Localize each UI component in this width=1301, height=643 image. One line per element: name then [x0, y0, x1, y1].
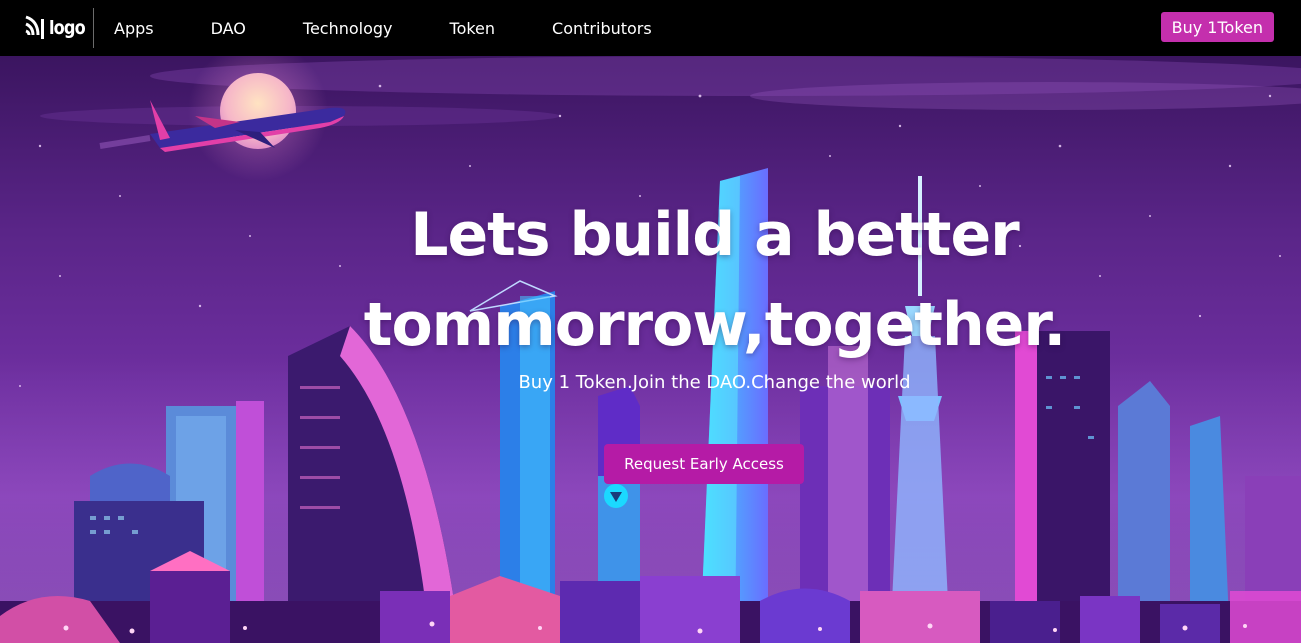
nav-link-contributors[interactable]: Contributors	[552, 19, 652, 38]
nav-link-token[interactable]: Token	[450, 19, 496, 38]
wifi-logo-icon	[25, 15, 44, 39]
request-early-access-button[interactable]: Request Early Access	[604, 444, 804, 484]
nav-divider	[93, 8, 94, 48]
top-navbar: logo Apps DAO Technology Token Contribut…	[0, 0, 1301, 56]
nav-links: Apps DAO Technology Token Contributors	[114, 0, 652, 56]
nav-link-technology[interactable]: Technology	[303, 19, 393, 38]
logo-text: logo	[49, 17, 86, 39]
hero-title-line2: tommorrow,together.	[363, 290, 1066, 360]
logo[interactable]: logo	[24, 13, 91, 43]
buy-token-button[interactable]: Buy 1Token	[1160, 12, 1274, 42]
nav-link-apps[interactable]: Apps	[114, 19, 154, 38]
nav-link-dao[interactable]: DAO	[211, 19, 246, 38]
hero-section: Lets build a better tommorrow,together. …	[0, 56, 1301, 643]
hero-subtitle: Buy 1 Token.Join the DAO.Change the worl…	[518, 372, 911, 393]
hero-title-line1: Lets build a better	[410, 200, 1020, 270]
